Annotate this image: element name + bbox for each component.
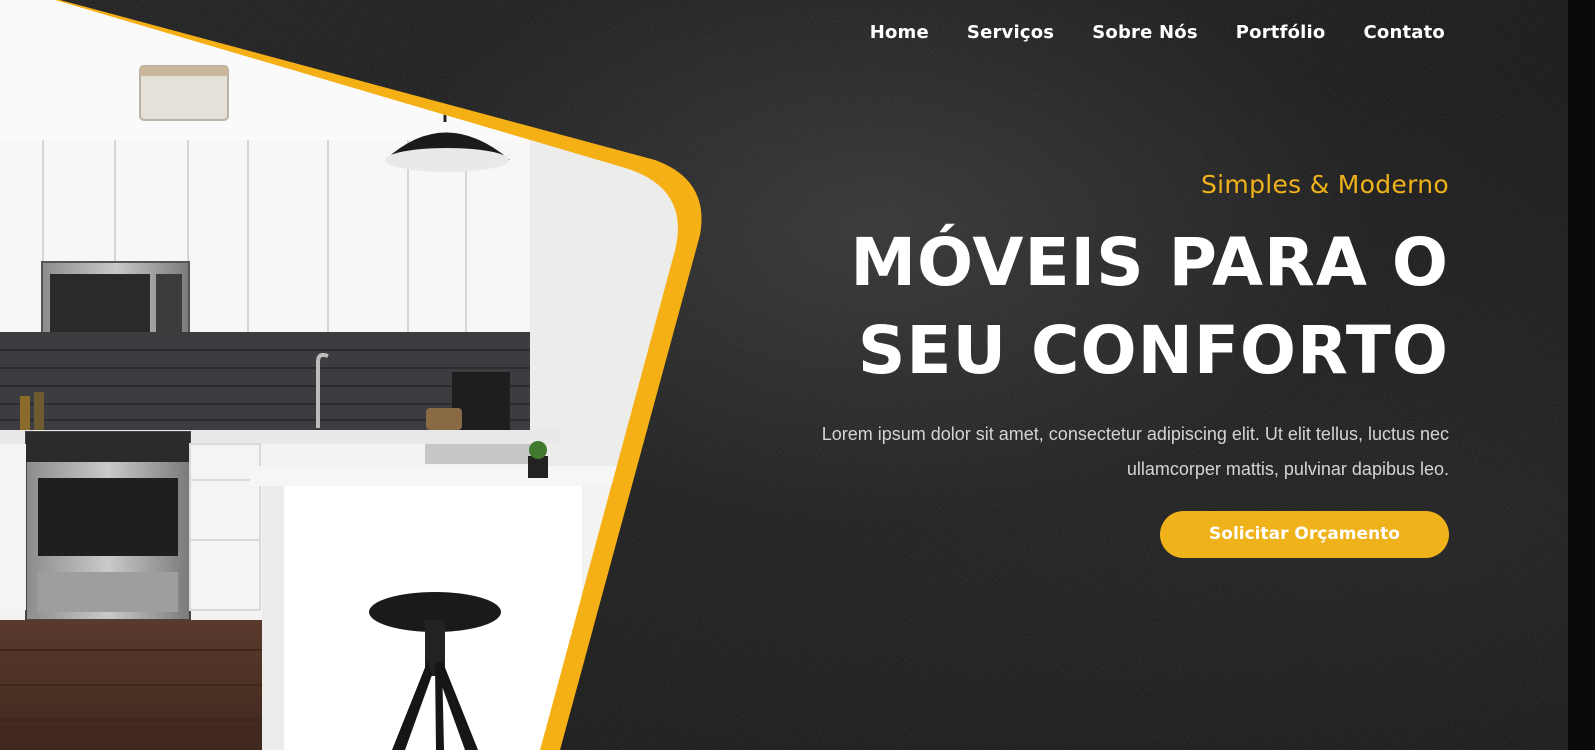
- hero-content: Simples & Moderno MÓVEIS PARA O SEU CONF…: [769, 170, 1449, 558]
- hero-headline-line-2: SEU CONFORTO: [857, 312, 1449, 389]
- nav-item-servicos[interactable]: Serviços: [967, 22, 1054, 43]
- nav-item-sobre-nos[interactable]: Sobre Nós: [1092, 22, 1198, 43]
- hero-description: Lorem ipsum dolor sit amet, consectetur …: [821, 424, 1449, 479]
- nav-item-home[interactable]: Home: [870, 22, 929, 43]
- hero-tagline: Simples & Moderno: [1201, 170, 1449, 199]
- hero-headline-line-1: MÓVEIS PARA O: [850, 224, 1449, 301]
- request-quote-button[interactable]: Solicitar Orçamento: [1160, 511, 1449, 558]
- hero-section: Home Serviços Sobre Nós Portfólio Contat…: [0, 0, 1595, 750]
- page-edge: [1568, 0, 1595, 750]
- nav-item-contato[interactable]: Contato: [1363, 22, 1445, 43]
- hero-headline: MÓVEIS PARA O SEU CONFORTO: [769, 219, 1449, 395]
- main-nav: Home Serviços Sobre Nós Portfólio Contat…: [870, 22, 1445, 43]
- nav-item-portfolio[interactable]: Portfólio: [1236, 22, 1326, 43]
